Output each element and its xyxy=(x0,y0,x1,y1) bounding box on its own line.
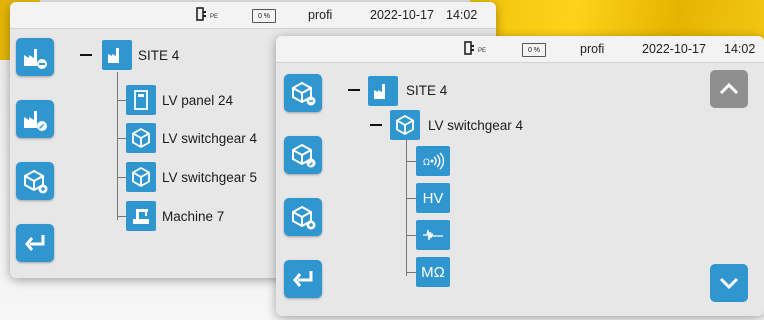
site-remove-button[interactable] xyxy=(16,38,54,76)
statusbar: PE 0 % profi 2022-10-17 14:02 xyxy=(10,2,496,29)
tree-item-label[interactable]: LV switchgear 5 xyxy=(162,170,257,185)
back-button[interactable] xyxy=(284,260,322,298)
tree-line xyxy=(406,161,416,162)
machine-icon xyxy=(126,201,156,231)
tree-item-label[interactable]: LV switchgear 4 xyxy=(162,131,257,146)
tree-line xyxy=(406,235,416,236)
plug-icon xyxy=(464,41,476,55)
megohm-label: MΩ xyxy=(421,263,445,281)
tree-root-label[interactable]: SITE 4 xyxy=(138,48,179,63)
chevron-up-icon xyxy=(719,82,739,95)
tree-root-label[interactable]: SITE 4 xyxy=(406,83,447,98)
switchgear-icon xyxy=(390,110,420,140)
site-remove-icon xyxy=(24,49,47,69)
site-edit-button[interactable] xyxy=(16,100,54,138)
time-label: 14:02 xyxy=(446,8,478,22)
device-add-icon xyxy=(24,169,48,194)
chevron-down-icon xyxy=(719,277,739,290)
connection-label: PE xyxy=(210,14,219,20)
profile-label: profi xyxy=(308,8,333,22)
svg-text:Ω: Ω xyxy=(423,158,430,168)
site-icon xyxy=(368,76,398,106)
time-label: 14:02 xyxy=(724,42,756,56)
date-label: 2022-10-17 xyxy=(642,42,706,56)
device-remove-icon xyxy=(292,81,316,106)
tree-item-label[interactable]: Machine 7 xyxy=(162,209,224,224)
site-icon xyxy=(102,40,132,70)
continuity-icon[interactable]: Ω xyxy=(416,146,450,176)
device-remove-button[interactable] xyxy=(284,74,322,112)
switchgear-icon xyxy=(126,123,156,153)
tree-device-label[interactable]: LV switchgear 4 xyxy=(428,118,523,133)
insulation-test-button[interactable]: MΩ xyxy=(416,257,450,287)
scroll-down-button[interactable] xyxy=(710,264,748,302)
tree-line xyxy=(117,72,118,220)
waveform-icon[interactable] xyxy=(416,220,450,250)
tree-line xyxy=(406,272,416,273)
back-icon xyxy=(293,271,313,287)
panel-icon xyxy=(126,85,156,115)
device-add-button[interactable] xyxy=(16,162,54,200)
scroll-up-button[interactable] xyxy=(710,70,748,108)
tree-item-label[interactable]: LV panel 24 xyxy=(162,93,233,108)
connection-label: PE xyxy=(478,48,487,54)
profile-label: profi xyxy=(580,42,605,56)
device-add-icon xyxy=(292,205,316,230)
device-add-button[interactable] xyxy=(284,198,322,236)
tree-line xyxy=(406,198,416,199)
switchgear-icon xyxy=(126,162,156,192)
front-screen: PE 0 % profi 2022-10-17 14:02 SITE 4 LV … xyxy=(276,36,764,316)
back-button[interactable] xyxy=(16,224,54,262)
collapse-icon[interactable] xyxy=(80,54,92,56)
plug-icon xyxy=(196,7,208,21)
hv-label: HV xyxy=(422,189,444,207)
site-edit-icon xyxy=(24,111,47,131)
battery-icon: 0 % xyxy=(522,43,546,57)
collapse-icon[interactable] xyxy=(370,124,382,126)
statusbar: PE 0 % profi 2022-10-17 14:02 xyxy=(276,36,764,63)
device-edit-icon xyxy=(292,143,316,168)
back-icon xyxy=(25,235,45,251)
date-label: 2022-10-17 xyxy=(370,8,434,22)
hv-test-button[interactable]: HV xyxy=(416,183,450,213)
battery-icon: 0 % xyxy=(252,9,276,23)
collapse-icon[interactable] xyxy=(348,89,360,91)
device-edit-button[interactable] xyxy=(284,136,322,174)
